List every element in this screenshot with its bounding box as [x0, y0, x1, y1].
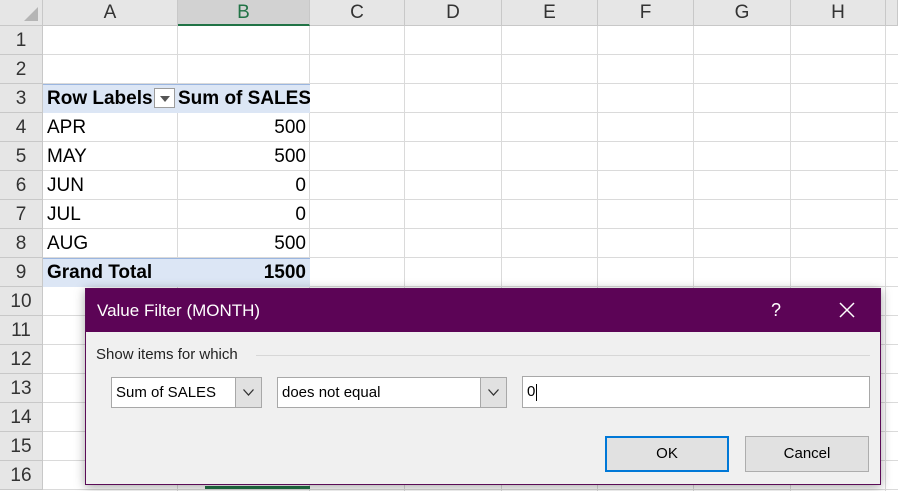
close-icon: [839, 302, 855, 318]
help-button[interactable]: ?: [756, 289, 796, 332]
gridline-vertical: [885, 26, 886, 491]
column-selection-indicator: [205, 486, 310, 489]
pivot-row-labels-header[interactable]: Row Labels: [43, 84, 155, 113]
chevron-down-icon: [488, 389, 499, 396]
row-header[interactable]: 1: [0, 26, 43, 55]
row-header[interactable]: 8: [0, 229, 43, 258]
pivot-row-value[interactable]: 500: [178, 142, 310, 171]
operator-select-dropdown-button[interactable]: [480, 378, 506, 407]
pivot-row-label[interactable]: APR: [43, 113, 178, 142]
pivot-grand-total-label[interactable]: Grand Total: [43, 258, 178, 287]
value-input[interactable]: 0: [522, 376, 870, 408]
column-header[interactable]: H: [791, 0, 886, 26]
filter-dropdown-icon: [160, 96, 170, 102]
column-header[interactable]: B: [178, 0, 310, 26]
dialog-titlebar[interactable]: Value Filter (MONTH) ?: [86, 289, 880, 332]
column-header[interactable]: E: [502, 0, 598, 26]
column-header[interactable]: D: [405, 0, 502, 26]
ok-button[interactable]: OK: [605, 436, 729, 472]
select-all-corner[interactable]: [0, 0, 43, 26]
column-header[interactable]: C: [310, 0, 405, 26]
row-header[interactable]: 12: [0, 345, 43, 374]
row-header[interactable]: 13: [0, 374, 43, 403]
row-header[interactable]: 15: [0, 432, 43, 461]
value-filter-dialog: Value Filter (MONTH) ? Show items for wh…: [85, 288, 881, 485]
row-header[interactable]: 16: [0, 461, 43, 490]
text-caret: [536, 383, 538, 401]
gridline-horizontal: [43, 54, 898, 55]
row-header[interactable]: 11: [0, 316, 43, 345]
cancel-button[interactable]: Cancel: [745, 436, 869, 472]
value-input-text: 0: [527, 383, 536, 400]
dialog-title: Value Filter (MONTH): [97, 301, 261, 320]
row-header[interactable]: 10: [0, 287, 43, 316]
row-header[interactable]: 3: [0, 84, 43, 113]
pivot-row-value[interactable]: 0: [178, 171, 310, 200]
select-all-triangle-icon: [24, 7, 38, 21]
row-labels-filter-button[interactable]: [154, 88, 175, 108]
pivot-row-value[interactable]: 500: [178, 113, 310, 142]
row-header[interactable]: 6: [0, 171, 43, 200]
group-label: Show items for which: [96, 346, 238, 363]
row-header[interactable]: 9: [0, 258, 43, 287]
pivot-row-value[interactable]: 0: [178, 200, 310, 229]
field-select-dropdown-button[interactable]: [235, 378, 261, 407]
field-select-value: Sum of SALES: [116, 384, 217, 401]
operator-select[interactable]: does not equal: [277, 377, 507, 408]
pivot-row-value[interactable]: 500: [178, 229, 310, 258]
column-header[interactable]: F: [598, 0, 694, 26]
row-header[interactable]: 2: [0, 55, 43, 84]
field-select[interactable]: Sum of SALES: [111, 377, 262, 408]
pivot-sum-header[interactable]: Sum of SALES: [178, 84, 310, 113]
gridline-horizontal: [43, 489, 898, 490]
column-header[interactable]: G: [694, 0, 791, 26]
pivot-row-label[interactable]: AUG: [43, 229, 178, 258]
row-header[interactable]: 4: [0, 113, 43, 142]
group-divider: [256, 355, 870, 356]
row-header[interactable]: 7: [0, 200, 43, 229]
operator-select-value: does not equal: [282, 384, 381, 401]
row-header[interactable]: 5: [0, 142, 43, 171]
row-header[interactable]: 14: [0, 403, 43, 432]
pivot-row-label[interactable]: MAY: [43, 142, 178, 171]
close-button[interactable]: [822, 289, 872, 332]
pivot-grand-total-value[interactable]: 1500: [178, 258, 310, 287]
chevron-down-icon: [243, 389, 254, 396]
column-header[interactable]: A: [43, 0, 178, 26]
pivot-row-label[interactable]: JUN: [43, 171, 178, 200]
pivot-row-label[interactable]: JUL: [43, 200, 178, 229]
column-header-overflow: [886, 0, 898, 26]
